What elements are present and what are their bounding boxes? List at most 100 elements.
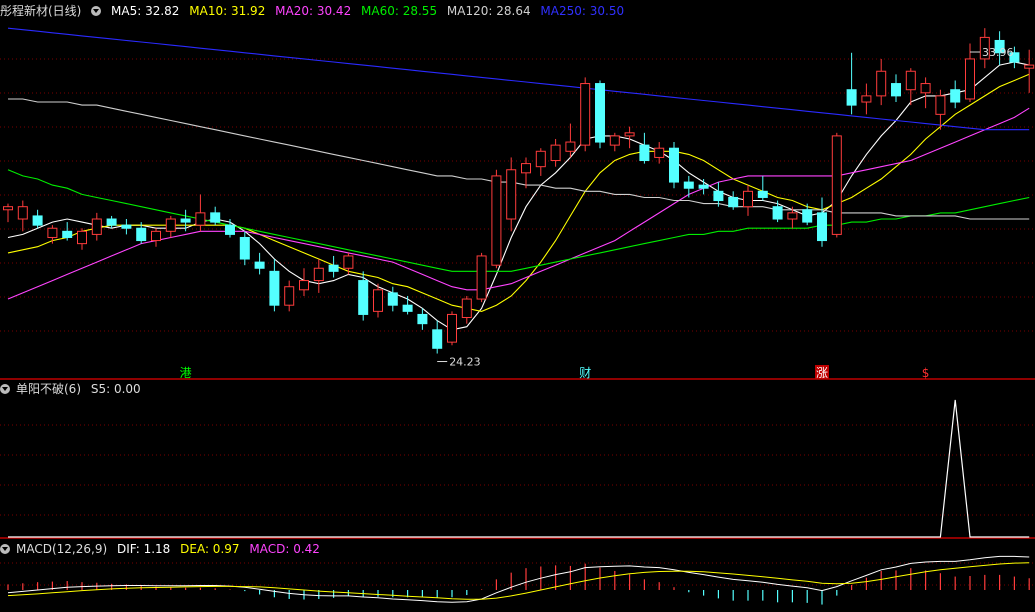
price-panel-header: 彤程新材(日线) MA5: 32.82 MA10: 31.92 MA20: 30… — [0, 3, 630, 19]
candle-body — [565, 141, 576, 152]
candle-body — [920, 83, 931, 94]
candle-body — [802, 209, 813, 223]
candle-body — [683, 181, 694, 189]
stock-chart-canvas: 33.96 24.23 港 财 涨 $ — [0, 27, 1035, 605]
ma-line-ma5 — [7, 61, 1030, 331]
candle-body — [373, 289, 383, 312]
event-marker: 港 — [180, 366, 192, 380]
candle-body — [491, 175, 502, 266]
price-annotation: 24.23 — [449, 356, 481, 369]
candle-body — [269, 270, 280, 306]
price-annotation: 33.96 — [982, 46, 1014, 59]
candle-body — [476, 255, 487, 300]
ma20-label: MA20: 30.42 — [275, 4, 352, 18]
event-marker: 财 — [579, 366, 591, 380]
candle-body — [254, 261, 265, 269]
macd-header: MACD(12,26,9) DIF: 1.18 DEA: 0.97 MACD: … — [0, 541, 326, 557]
candle-body — [328, 264, 339, 272]
candle-body — [461, 298, 472, 319]
candle-body — [876, 70, 887, 97]
candle-body — [550, 144, 561, 162]
event-marker: 涨 — [816, 365, 828, 380]
candle-body — [3, 206, 13, 211]
candle-body — [32, 215, 43, 226]
candle-body — [1024, 64, 1035, 69]
ma-line-ma250 — [7, 27, 1030, 131]
candle-body — [447, 313, 457, 343]
candle-body — [225, 224, 235, 235]
dropdown-icon[interactable] — [0, 384, 10, 394]
ma5-label: MA5: 32.82 — [111, 4, 180, 18]
candle-body — [905, 70, 916, 91]
candle-body — [728, 196, 739, 208]
macd-dea-label: DEA: 0.97 — [180, 542, 240, 556]
macd-title: MACD(12,26,9) — [16, 542, 108, 556]
candle-body — [91, 218, 102, 235]
candle-body — [580, 83, 591, 146]
candle-body — [151, 230, 161, 242]
ma250-label: MA250: 30.50 — [540, 4, 625, 18]
ma120-label: MA120: 28.64 — [446, 4, 531, 18]
candle-body — [846, 89, 857, 106]
stock-title: 彤程新材(日线) — [0, 4, 82, 18]
ma-line-ma60 — [7, 169, 1030, 272]
candle-body — [861, 95, 872, 103]
s5-line — [8, 399, 1030, 538]
candle-body — [891, 83, 901, 97]
candle-body — [757, 190, 768, 198]
dropdown-icon[interactable] — [0, 544, 10, 554]
candle-body — [432, 329, 443, 349]
candle-body — [535, 150, 546, 168]
candle-body — [180, 218, 191, 223]
candle-body — [950, 89, 961, 103]
candle-body — [639, 144, 650, 162]
candle-body — [284, 286, 295, 306]
candle-body — [77, 230, 87, 245]
candle-body — [817, 212, 827, 242]
ma-line-ma120 — [8, 98, 1030, 220]
candle-body — [417, 313, 428, 325]
candle-body — [831, 135, 842, 235]
indicator1-title: 单阳不破(6) — [16, 382, 81, 396]
candle-body — [165, 218, 176, 232]
candle-body — [62, 230, 73, 238]
candle-body — [299, 280, 309, 291]
candle-body — [624, 132, 635, 137]
candle-body — [239, 236, 250, 260]
candle-body — [595, 83, 605, 143]
candle-body — [654, 147, 665, 158]
candle-body — [136, 227, 147, 242]
candle-body — [772, 206, 783, 220]
candle-body — [713, 190, 724, 202]
indicator1-header: 单阳不破(6) S5: 0.00 — [0, 381, 147, 397]
indicator-panel-dyb[interactable] — [8, 399, 1030, 538]
candle-body — [965, 58, 975, 100]
candle-body — [47, 227, 58, 238]
candle-body — [506, 169, 517, 220]
candle-body — [609, 135, 620, 146]
dea-line — [7, 562, 1030, 600]
candle-body — [17, 206, 28, 220]
candle-body — [210, 212, 221, 223]
candle-body — [358, 280, 369, 315]
dropdown-icon[interactable] — [91, 6, 102, 16]
candle-body — [669, 147, 679, 183]
indicator1-value: S5: 0.00 — [90, 382, 141, 396]
candle-body — [343, 255, 354, 269]
event-marker: $ — [922, 366, 930, 380]
candle-body — [787, 212, 798, 220]
candle-body — [698, 184, 709, 189]
candle-body — [521, 163, 531, 174]
candle-body — [313, 267, 324, 282]
price-panel[interactable]: 33.96 24.23 港 财 涨 $ — [3, 27, 1035, 380]
candle-body — [106, 218, 117, 226]
candle-body — [387, 292, 398, 306]
macd-dif-label: DIF: 1.18 — [116, 542, 171, 556]
macd-value-label: MACD: 0.42 — [249, 542, 320, 556]
candle-body — [121, 224, 132, 229]
ma-line-ma20 — [7, 107, 1030, 300]
ma60-label: MA60: 28.55 — [361, 4, 438, 18]
indicator-panel-macd[interactable] — [7, 555, 1030, 605]
candle-body — [935, 95, 946, 115]
candle-body — [195, 212, 206, 226]
